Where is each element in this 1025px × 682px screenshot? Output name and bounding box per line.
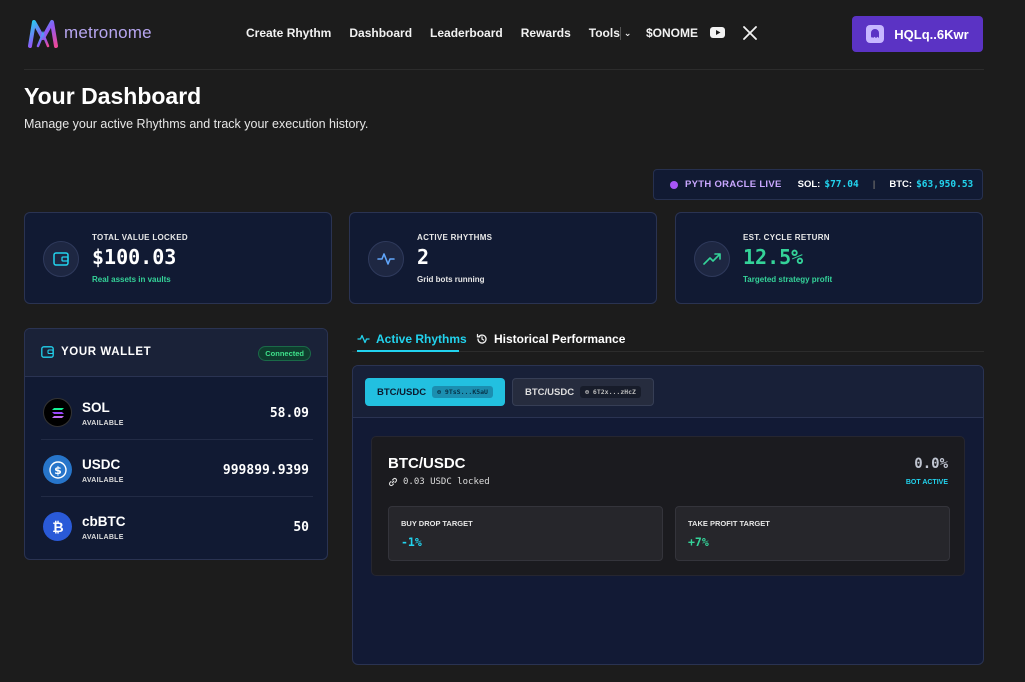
- stat-label: EST. CYCLE RETURN: [743, 233, 830, 242]
- nav-tools-dropdown[interactable]: Tools ⌄: [589, 26, 632, 40]
- take-profit-target: TAKE PROFIT TARGET +7%: [675, 506, 950, 561]
- wallet-icon: [43, 241, 79, 277]
- stat-note: Targeted strategy profit: [743, 275, 833, 284]
- rhythm-selector: BTC/USDC ⊕ 9TsS...K5aU BTC/USDC ⊕ 6T2x..…: [353, 366, 983, 418]
- nav-dashboard[interactable]: Dashboard: [349, 26, 412, 40]
- sol-price: $77.04: [824, 179, 859, 190]
- stat-value: 2: [417, 245, 430, 269]
- live-dot-icon: [670, 180, 678, 189]
- wallet-title: YOUR WALLET: [61, 346, 152, 358]
- rhythm-chip[interactable]: BTC/USDC ⊕ 6T2x...zHcZ: [512, 378, 654, 406]
- bot-card: BTC/USDC 0.03 USDC locked 0.0% BOT ACTIV…: [371, 436, 965, 576]
- usdc-icon: $: [43, 455, 72, 484]
- nav-leaderboard[interactable]: Leaderboard: [430, 26, 503, 40]
- asset-status: AVAILABLE: [82, 534, 124, 541]
- asset-row-usdc[interactable]: $ USDC AVAILABLE 999899.9399: [41, 440, 313, 497]
- btc-price: $63,950.53: [916, 179, 974, 190]
- asset-balance: 58.09: [269, 406, 309, 421]
- tab-label: Active Rhythms: [376, 332, 467, 346]
- target-value: -1%: [401, 535, 422, 549]
- stat-note: Real assets in vaults: [92, 275, 171, 284]
- asset-name: cbBTC: [82, 514, 126, 529]
- rhythms-panel: BTC/USDC ⊕ 9TsS...K5aU BTC/USDC ⊕ 6T2x..…: [352, 365, 984, 665]
- asset-balance: 999899.9399: [222, 463, 309, 478]
- wallet-connect-button[interactable]: HQLq..6Kwr: [852, 16, 983, 52]
- stat-note: Grid bots running: [417, 275, 485, 284]
- activity-icon: [368, 241, 404, 277]
- tab-label: Historical Performance: [494, 332, 626, 346]
- page-subtitle: Manage your active Rhythms and track you…: [24, 117, 369, 131]
- nav-tools-label: Tools: [588, 26, 620, 40]
- target-label: BUY DROP TARGET: [401, 519, 473, 528]
- btc-price-label: BTC:: [889, 179, 913, 190]
- brand-name: metronome: [64, 23, 152, 42]
- page-title: Your Dashboard: [24, 83, 202, 109]
- stat-label: ACTIVE RHYTHMS: [417, 233, 493, 242]
- asset-balance: 50: [293, 520, 309, 535]
- x-twitter-icon[interactable]: [743, 26, 757, 40]
- sol-price-label: SOL:: [797, 179, 821, 190]
- ghost-wallet-icon: [866, 25, 885, 43]
- rhythm-chip-selected[interactable]: BTC/USDC ⊕ 9TsS...K5aU: [365, 378, 505, 406]
- wallet-header: YOUR WALLET Connected: [25, 329, 327, 377]
- asset-status: AVAILABLE: [82, 420, 124, 427]
- nav-token-link[interactable]: $ONOME: [646, 26, 698, 40]
- brand-logo[interactable]: metronome: [26, 16, 152, 50]
- solana-icon: [43, 398, 72, 427]
- chip-pair: BTC/USDC: [377, 386, 427, 398]
- stat-card-cycle-return: EST. CYCLE RETURN 12.5% Targeted strateg…: [675, 212, 983, 304]
- bot-status: BOT ACTIVE: [905, 479, 948, 486]
- youtube-icon[interactable]: [710, 27, 725, 38]
- asset-name: USDC: [82, 457, 121, 472]
- asset-row-cbbtc[interactable]: ₿ cbBTC AVAILABLE 50: [41, 497, 313, 554]
- nav-links: Create Rhythm Dashboard Leaderboard Rewa…: [246, 26, 631, 40]
- wallet-panel: YOUR WALLET Connected SOL AVAILABLE 58.0…: [24, 328, 328, 560]
- nav-create-rhythm[interactable]: Create Rhythm: [246, 26, 331, 40]
- bot-percent: 0.0%: [914, 456, 948, 472]
- svg-text:$: $: [54, 464, 62, 477]
- stat-value: 12.5%: [743, 245, 804, 269]
- wallet-icon: [41, 346, 54, 358]
- asset-status: AVAILABLE: [82, 477, 124, 484]
- chip-address: ⊕ 6T2x...zHcZ: [580, 386, 641, 398]
- history-icon: [476, 333, 487, 344]
- nav-rewards[interactable]: Rewards: [521, 26, 571, 40]
- nav-divider: [620, 27, 621, 40]
- connected-badge: Connected: [258, 346, 311, 361]
- asset-row-sol[interactable]: SOL AVAILABLE 58.09: [41, 383, 313, 440]
- stat-value: $100.03: [92, 245, 177, 269]
- top-nav: metronome Create Rhythm Dashboard Leader…: [24, 0, 984, 70]
- oracle-label: PYTH ORACLE LIVE: [685, 179, 782, 190]
- metronome-logo-icon: [28, 20, 58, 48]
- svg-text:₿: ₿: [52, 520, 63, 535]
- asset-name: SOL: [82, 400, 110, 415]
- target-label: TAKE PROFIT TARGET: [688, 519, 770, 528]
- tab-historical-performance[interactable]: Historical Performance: [476, 327, 625, 351]
- link-icon: [388, 477, 398, 487]
- bot-title: BTC/USDC: [388, 455, 466, 472]
- bot-locked: 0.03 USDC locked: [388, 477, 490, 487]
- wallet-address: HQLq..6Kwr: [894, 26, 969, 42]
- trending-up-icon: [694, 241, 730, 277]
- locked-amount: 0.03 USDC locked: [403, 477, 490, 487]
- stat-card-active-rhythms: ACTIVE RHYTHMS 2 Grid bots running: [349, 212, 657, 304]
- chevron-down-icon: ⌄: [623, 28, 632, 38]
- oracle-divider: |: [872, 179, 876, 190]
- stat-label: TOTAL VALUE LOCKED: [92, 233, 188, 242]
- activity-icon: [357, 334, 370, 344]
- active-tab-indicator: [357, 350, 459, 352]
- oracle-status-bar: PYTH ORACLE LIVE SOL: $77.04 | BTC: $63,…: [653, 169, 983, 200]
- stat-card-tvl: TOTAL VALUE LOCKED $100.03 Real assets i…: [24, 212, 332, 304]
- buy-drop-target: BUY DROP TARGET -1%: [388, 506, 663, 561]
- tab-active-rhythms[interactable]: Active Rhythms: [357, 327, 467, 351]
- chip-address: ⊕ 9TsS...K5aU: [432, 386, 493, 398]
- chip-pair: BTC/USDC: [525, 386, 575, 398]
- bitcoin-icon: ₿: [43, 512, 72, 541]
- target-value: +7%: [688, 535, 709, 549]
